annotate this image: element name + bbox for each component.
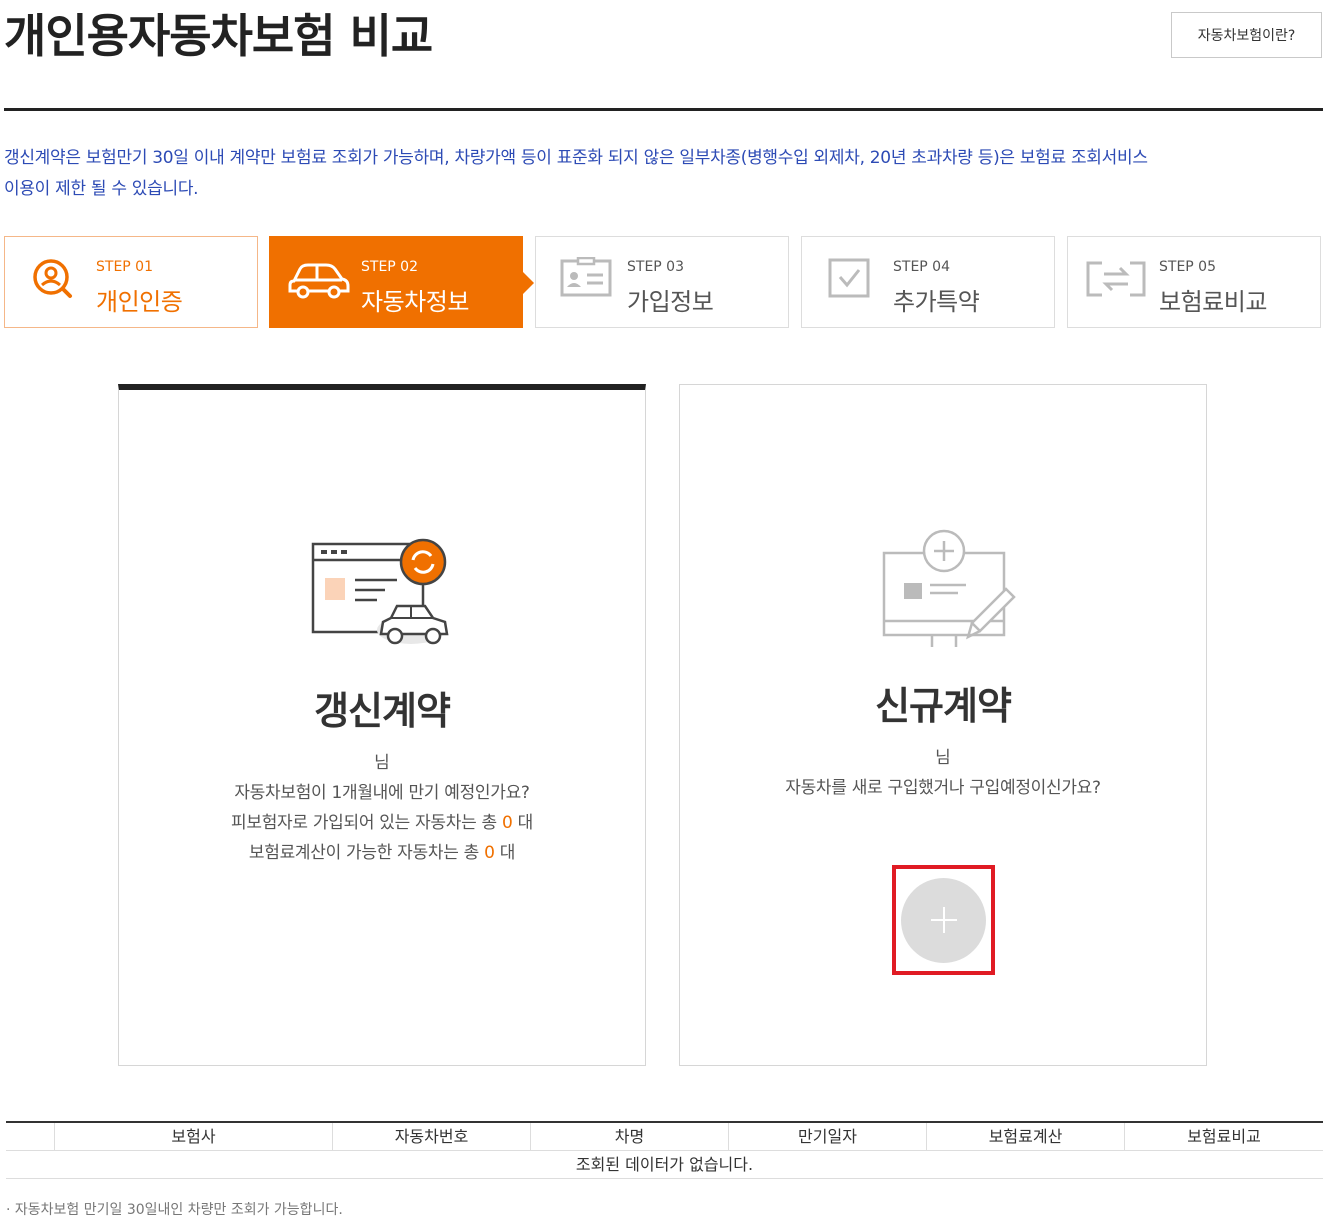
step-4-number: STEP 04 <box>893 259 950 275</box>
column-header-car-number: 자동차번호 <box>333 1123 531 1150</box>
notice-line-1: 갱신계약은 보험만기 30일 이내 계약만 보험료 조회가 가능하며, 차량가액… <box>4 148 1148 168</box>
step-5-number: STEP 05 <box>1159 259 1216 275</box>
checkbox-icon <box>828 258 870 298</box>
compare-arrows-icon <box>1086 261 1146 297</box>
add-car-highlight <box>892 865 995 975</box>
renewal-expiry-question: 자동차보험이 1개월내에 만기 예정인가요? <box>234 783 530 803</box>
step-2-label: 자동차정보 <box>361 288 469 316</box>
renewal-user-name: 님 <box>374 753 390 773</box>
car-icon <box>288 263 350 299</box>
notice-text: 갱신계약은 보험만기 30일 이내 계약만 보험료 조회가 가능하며, 차량가액… <box>4 143 1304 205</box>
step-navigation: STEP 01 개인인증 STEP 02 자동차정보 STEP 03 가입정보 <box>4 236 1322 328</box>
calc-count-suffix: 대 <box>499 843 516 863</box>
table-header: 보험사 자동차번호 차명 만기일자 보험료계산 보험료비교 <box>6 1121 1323 1151</box>
step-3[interactable]: STEP 03 가입정보 <box>535 236 789 328</box>
renewal-car-illustration-icon <box>311 538 449 645</box>
new-contract-user-name: 님 <box>935 748 951 768</box>
column-header-premium-compare: 보험료비교 <box>1187 1127 1261 1146</box>
step-5[interactable]: STEP 05 보험료비교 <box>1067 236 1321 328</box>
insured-count-prefix: 피보험자로 가입되어 있는 자동차는 총 <box>231 813 497 833</box>
column-header-premium-calc: 보험료계산 <box>927 1123 1125 1150</box>
footnote: · 자동차보험 만기일 30일내인 차량만 조회가 가능합니다. <box>6 1202 343 1218</box>
insured-count-value: 0 <box>501 813 513 833</box>
renewal-title: 갱신계약 <box>314 689 451 733</box>
column-header-expiry-date: 만기일자 <box>729 1123 927 1150</box>
notice-line-2: 이용이 제한 될 수 있습니다. <box>4 179 199 199</box>
column-header-insurer: 보험사 <box>55 1123 333 1150</box>
step-1-label: 개인인증 <box>96 288 183 316</box>
calc-count-value: 0 <box>484 843 495 863</box>
vehicle-table: 보험사 자동차번호 차명 만기일자 보험료계산 보험료비교 조회된 데이터가 없… <box>6 1121 1323 1179</box>
step-2[interactable]: STEP 02 자동차정보 <box>269 236 534 328</box>
table-empty-row: 조회된 데이터가 없습니다. <box>6 1151 1323 1179</box>
title-divider <box>4 108 1323 111</box>
insured-count-suffix: 대 <box>517 813 534 833</box>
column-header-car-name: 차명 <box>531 1123 729 1150</box>
renewal-insured-count: 피보험자로 가입되어 있는 자동차는 총 0 대 <box>119 808 645 833</box>
new-contract-monitor-icon <box>882 529 1016 647</box>
car-insurance-info-button[interactable]: 자동차보험이란? <box>1171 12 1322 58</box>
step-4[interactable]: STEP 04 추가특약 <box>801 236 1055 328</box>
plus-icon <box>930 907 957 933</box>
user-search-icon <box>33 259 72 298</box>
step-1-number: STEP 01 <box>96 259 153 275</box>
step-3-number: STEP 03 <box>627 259 684 275</box>
step-5-label: 보험료비교 <box>1159 288 1267 316</box>
calc-count-prefix: 보험료계산이 가능한 자동차는 총 <box>248 843 479 863</box>
id-card-icon <box>560 257 612 297</box>
step-1[interactable]: STEP 01 개인인증 <box>4 236 258 328</box>
new-contract-title: 신규계약 <box>875 684 1012 728</box>
new-contract-card[interactable]: 신규계약 님 자동차를 새로 구입했거나 구입예정이신가요? <box>679 384 1207 1066</box>
step-4-label: 추가특약 <box>893 288 980 316</box>
page-title: 개인용자동차보험 비교 <box>4 9 433 63</box>
new-contract-question: 자동차를 새로 구입했거나 구입예정이신가요? <box>785 778 1101 798</box>
column-header-blank <box>6 1123 55 1150</box>
renewal-calc-count: 보험료계산이 가능한 자동차는 총 0 대 <box>119 838 645 863</box>
step-3-label: 가입정보 <box>627 288 714 316</box>
renewal-contract-card[interactable]: 갱신계약 님 자동차보험이 1개월내에 만기 예정인가요? 피보험자로 가입되어… <box>118 384 646 1066</box>
step-2-number: STEP 02 <box>361 259 418 275</box>
add-car-button[interactable] <box>901 877 986 963</box>
